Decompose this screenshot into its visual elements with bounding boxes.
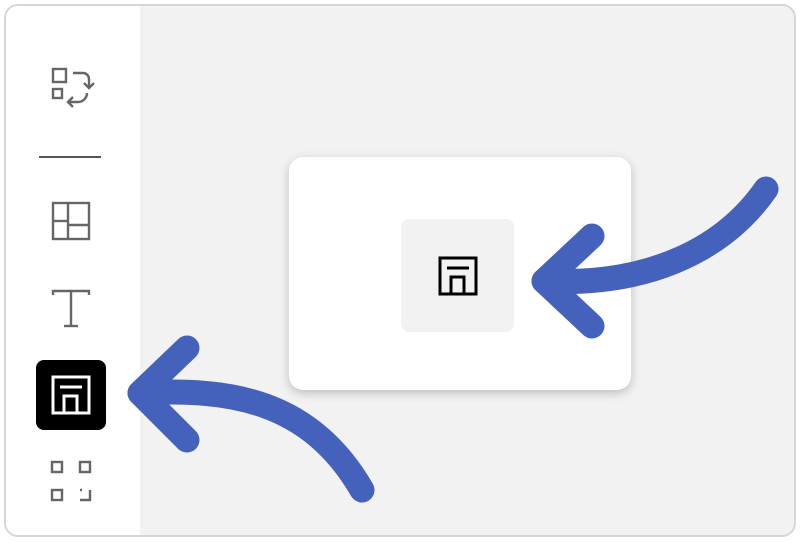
swap-icon	[51, 67, 95, 108]
scan-tool-button[interactable]	[36, 446, 106, 516]
frame-icon	[51, 375, 91, 415]
popup-frame-tool-button[interactable]	[401, 219, 514, 332]
scan-icon	[50, 460, 92, 502]
swap-tool-button[interactable]	[36, 52, 106, 122]
text-icon	[51, 289, 91, 328]
tool-popup-card	[289, 157, 631, 390]
app-window	[4, 4, 796, 537]
layout-icon	[51, 201, 91, 241]
tool-sidebar	[6, 6, 140, 535]
sidebar-divider	[39, 156, 101, 158]
frame-tool-button[interactable]	[36, 360, 106, 430]
text-tool-button[interactable]	[36, 274, 106, 344]
frame-icon	[438, 256, 477, 295]
layout-tool-button[interactable]	[36, 186, 106, 256]
